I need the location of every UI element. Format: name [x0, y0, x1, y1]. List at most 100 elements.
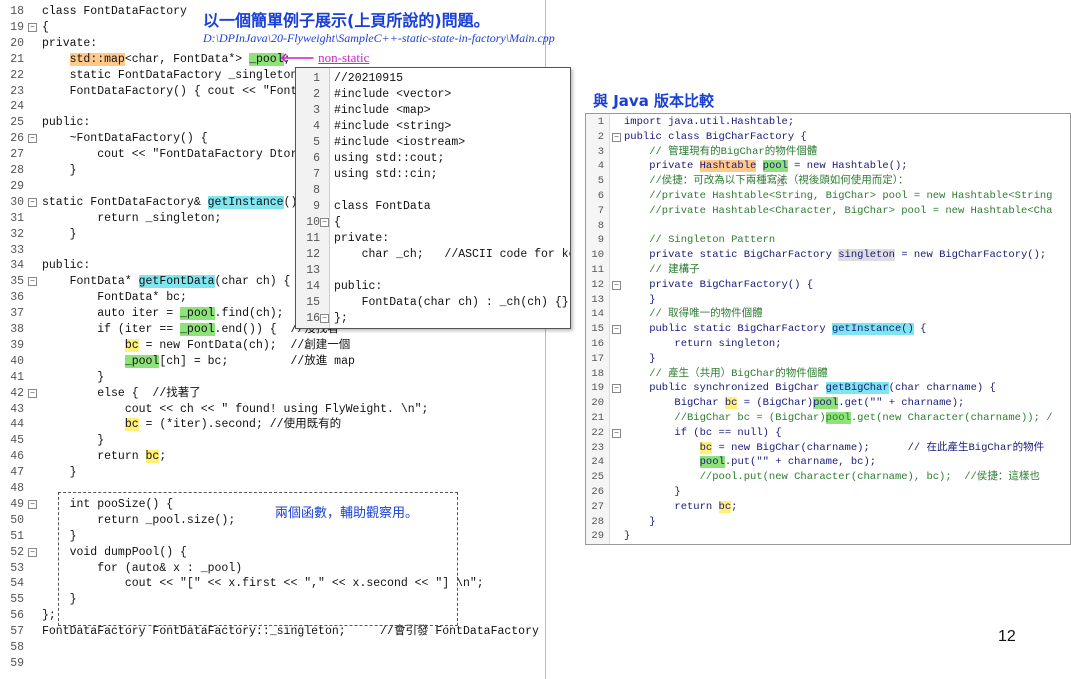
code-text: }: [624, 293, 656, 306]
code-text: }: [624, 352, 656, 365]
code-line: 15 FontData(char ch) : _ch(ch) {}: [296, 295, 570, 311]
line-number: 5: [597, 175, 604, 188]
code-text: class FontData: [334, 200, 431, 213]
code-line: 4 #include <string>: [296, 119, 570, 135]
fold-toggle-icon[interactable]: −: [28, 388, 37, 398]
fold-toggle-icon[interactable]: −: [28, 547, 37, 557]
code-text: cout << "FontDataFactory Dtor \n: [42, 148, 319, 162]
code-line: 58: [0, 640, 545, 656]
code-text: public:: [334, 280, 383, 293]
code-line: 13: [296, 263, 570, 279]
arrow-left-icon: 🡐: [280, 50, 315, 65]
fold-toggle-icon[interactable]: −: [28, 197, 37, 207]
code-text: }: [624, 530, 631, 543]
code-text: //20210915: [334, 72, 404, 85]
code-text: char _ch; //ASCII code for key: [334, 248, 571, 261]
line-number: 53: [10, 561, 24, 575]
line-number: 50: [10, 513, 24, 527]
code-line: 15 public static BigCharFactory getInsta…: [586, 322, 1070, 337]
fold-toggle-icon[interactable]: −: [612, 280, 621, 290]
line-number: 20: [10, 36, 24, 50]
code-line: 39 bc = new FontData(ch); //創建一個: [0, 338, 545, 354]
fold-toggle-icon[interactable]: −: [612, 384, 621, 394]
line-number: 23: [591, 441, 604, 454]
line-number: 7: [597, 204, 604, 217]
non-static-annotation: 🡐 non-static: [280, 50, 369, 66]
code-text: //private Hashtable<Character, BigChar> …: [624, 204, 1053, 217]
code-text: if (bc == null) {: [624, 426, 782, 439]
code-line: 9 class FontData: [296, 199, 570, 215]
line-number: 4: [313, 120, 320, 133]
line-number: 22: [591, 426, 604, 439]
line-number: 49: [10, 497, 24, 511]
code-text: };: [334, 312, 348, 325]
code-line: 13 }: [586, 293, 1070, 308]
fold-toggle-icon[interactable]: −: [612, 428, 621, 438]
fold-toggle-icon[interactable]: −: [320, 314, 329, 323]
code-text: class FontDataFactory: [42, 5, 187, 18]
code-line: 5 //侯捷：可改為以下兩種寫法（視後頭如何使用而定）：: [586, 174, 1070, 189]
code-line: 25 //pool.put(new Character(charname), b…: [586, 470, 1070, 485]
code-line: 21 std::map<char, FontData*> _pool;: [0, 52, 545, 68]
code-text: private Hashtable pool = new Hashtable()…: [624, 160, 908, 173]
source-path: D:\DPInJava\20-Flyweight\SampleC++-stati…: [203, 31, 555, 45]
line-number: 29: [10, 179, 24, 193]
code-line: 2 #include <vector>: [296, 87, 570, 103]
code-text: ~FontDataFactory() {: [42, 132, 208, 146]
code-line: 42 else { //找著了: [0, 386, 545, 402]
code-line: 14 // 取得唯一的物件個體: [586, 307, 1070, 322]
code-line: 4 private Hashtable pool = new Hashtable…: [586, 159, 1070, 174]
fold-toggle-icon[interactable]: −: [28, 22, 37, 32]
line-number: 15: [591, 323, 604, 336]
line-number: 8: [597, 219, 604, 232]
line-number: 36: [10, 291, 24, 305]
line-number: 2: [313, 88, 320, 101]
line-number: 47: [10, 466, 24, 480]
line-number: 46: [10, 450, 24, 464]
fold-toggle-icon[interactable]: −: [320, 218, 329, 227]
line-number: 38: [10, 323, 24, 336]
line-number: 34: [10, 259, 24, 273]
code-line: 8: [586, 219, 1070, 234]
fold-toggle-icon[interactable]: −: [28, 277, 37, 287]
code-text: FontData(char ch) : _ch(ch) {}: [334, 296, 569, 309]
line-number: 2: [597, 130, 604, 143]
code-text: bc = new BigChar(charname); // 在此產生BigCh…: [699, 441, 1045, 454]
line-number: 22: [10, 68, 24, 82]
fold-toggle-icon[interactable]: −: [612, 132, 621, 142]
code-text: using std::cout;: [334, 152, 445, 165]
line-number: 45: [10, 434, 24, 448]
code-line: 10 {: [296, 215, 570, 231]
code-text: std::map<char, FontData*> _pool;: [69, 52, 291, 66]
line-number: 41: [10, 370, 24, 384]
code-line: 29}: [586, 529, 1070, 544]
code-line: 24 pool.put("" + charname, bc);: [586, 455, 1070, 470]
java-heading: 與 Java 版本比較: [593, 92, 715, 110]
line-number: 6: [313, 152, 320, 165]
code-line: 26 }: [586, 485, 1070, 500]
line-number: 44: [10, 418, 24, 432]
code-text: return _singleton;: [42, 211, 222, 225]
line-number: 25: [10, 116, 24, 130]
fold-toggle-icon[interactable]: −: [612, 325, 621, 335]
line-number: 57: [10, 625, 24, 639]
line-number: 37: [10, 307, 24, 321]
line-number: 26: [591, 486, 604, 498]
code-text: {: [42, 20, 49, 34]
code-line: 7 //private Hashtable<Character, BigChar…: [586, 204, 1070, 219]
helper-functions-note: 兩個函數，輔助觀察用。: [275, 506, 419, 521]
code-text: FontData* bc;: [42, 291, 187, 305]
code-text: #include <string>: [334, 120, 452, 133]
line-number: 33: [10, 243, 24, 257]
fold-toggle-icon[interactable]: −: [28, 499, 37, 509]
code-text: private:: [42, 36, 98, 50]
line-number: 30: [10, 195, 24, 209]
fold-toggle-icon[interactable]: −: [28, 134, 37, 144]
code-text: // Singleton Pattern: [624, 234, 776, 247]
code-text: }: [42, 164, 77, 177]
line-number: 14: [591, 308, 604, 321]
code-text: using std::cin;: [334, 168, 438, 181]
code-line: 12 private BigCharFactory() {: [586, 278, 1070, 293]
code-line: 45 }: [0, 433, 545, 449]
line-number: 19: [10, 20, 24, 34]
